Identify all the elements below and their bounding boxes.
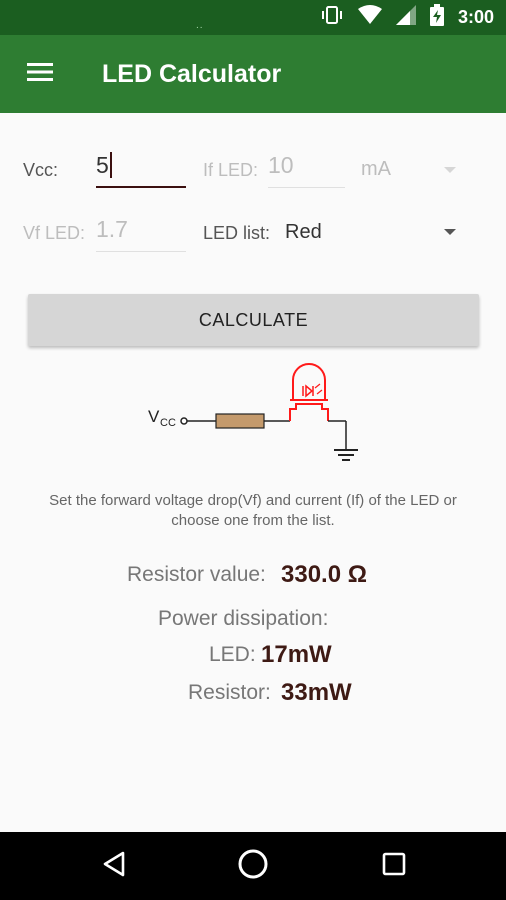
app-title: LED Calculator <box>102 60 282 88</box>
current-unit-select[interactable]: mA <box>361 158 391 181</box>
vibrate-icon <box>320 5 344 30</box>
led-power-label: LED: <box>209 643 256 666</box>
back-icon <box>102 851 126 882</box>
menu-button[interactable] <box>16 54 64 94</box>
led-circuit-diagram: V CC <box>148 363 358 461</box>
signal-icon <box>395 5 416 30</box>
if-led-value: 10 <box>268 152 294 178</box>
if-led-label: If LED: <box>203 160 259 180</box>
resistor-value-label: Resistor value: <box>127 563 266 586</box>
vcc-source-label: V <box>148 407 160 426</box>
vcc-label: Vcc: <box>23 160 59 180</box>
vf-led-underline <box>96 251 186 252</box>
hint-text: Set the forward voltage drop(Vf) and cur… <box>49 492 457 529</box>
vf-led-value: 1.7 <box>96 216 128 242</box>
ground-symbol <box>334 449 358 461</box>
battery-charging-icon <box>429 4 444 31</box>
if-led-underline <box>268 187 345 188</box>
resistor-power-value: 33mW <box>281 679 352 706</box>
vcc-value: 5 <box>96 152 112 179</box>
if-led-input[interactable]: 10 <box>268 150 345 188</box>
navigation-bar <box>0 832 506 900</box>
resistor-value: 330.0 Ω <box>281 561 367 588</box>
led-list-select[interactable]: Red <box>285 221 322 244</box>
led-power-value: 17mW <box>261 641 332 668</box>
status-time: 3:00 <box>457 7 494 27</box>
status-bar: .. 3:00 <box>0 0 506 35</box>
wifi-icon <box>357 5 382 30</box>
recents-icon <box>382 852 406 881</box>
vcc-input[interactable]: 5 <box>96 150 186 188</box>
led-symbol <box>289 363 329 421</box>
home-button[interactable] <box>233 848 273 884</box>
back-button[interactable] <box>94 848 134 884</box>
status-icons: 3:00 <box>320 0 506 35</box>
app-bar: LED Calculator <box>0 35 506 113</box>
unit-dropdown-arrow-icon[interactable] <box>444 167 456 173</box>
vf-led-input[interactable]: 1.7 <box>96 214 186 252</box>
resistor-symbol <box>215 413 265 429</box>
calculate-button[interactable]: CALCULATE <box>28 294 479 346</box>
text-cursor <box>109 152 112 178</box>
led-list-label: LED list: <box>203 223 271 243</box>
vf-led-label: Vf LED: <box>23 223 86 243</box>
recents-button[interactable] <box>374 848 414 884</box>
vcc-source-subscript: CC <box>160 417 176 429</box>
hamburger-menu-icon <box>27 62 53 87</box>
notification-dots: .. <box>196 20 204 31</box>
resistor-power-label: Resistor: <box>188 681 271 704</box>
power-dissipation-title: Power dissipation: <box>158 607 329 630</box>
led-list-dropdown-arrow-icon[interactable] <box>444 229 456 235</box>
vcc-underline <box>96 186 186 188</box>
source-terminal <box>180 417 188 425</box>
home-icon <box>236 847 270 886</box>
